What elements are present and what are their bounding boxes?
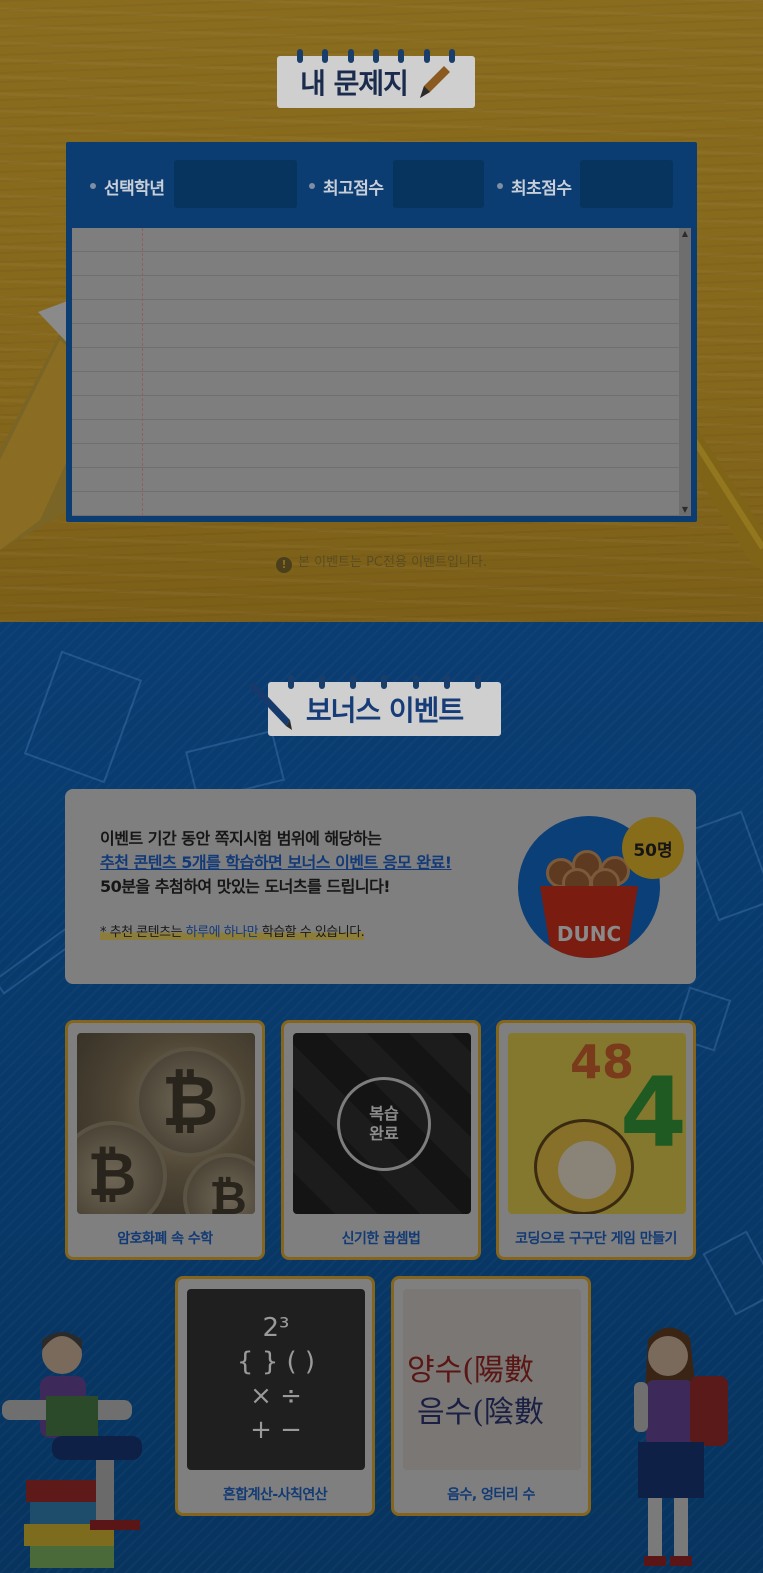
- content-label: 코딩으로 구구단 게임 만들기: [515, 1231, 677, 1247]
- bonus-note-prefix: * 추천 콘텐츠는: [100, 925, 186, 940]
- cartoon-face: [558, 1141, 616, 1199]
- pen-icon: [248, 682, 292, 730]
- content-label: 혼합계산-사칙연산: [222, 1487, 328, 1503]
- bonus-note-highlight: 하루에 하나만: [185, 925, 259, 940]
- paper-margin-line: [142, 228, 143, 516]
- bonus-note-suffix: 학습할 수 있습니다.: [258, 925, 365, 940]
- cartoon-icon: 48 4: [508, 1033, 686, 1214]
- first-score-label: 최초점수: [497, 174, 572, 199]
- student-boy-illustration: [2, 1332, 142, 1568]
- bonus-line-2: 추천 콘텐츠 5개를 학습하면 보너스 이벤트 응모 완료!: [100, 853, 452, 872]
- notebook-rings: [297, 49, 455, 63]
- notebook-doodle-icon: [685, 810, 763, 922]
- content-label: 암호화폐 속 수학: [117, 1231, 213, 1247]
- review-complete-icon: 복습 완료: [337, 1077, 431, 1171]
- math-symbol-add-sub: + −: [250, 1415, 302, 1445]
- grade-filter-label: 선택학년: [90, 174, 165, 199]
- scroll-down-icon[interactable]: ▼: [679, 504, 691, 516]
- top-score-label: 최고점수: [309, 174, 384, 199]
- math-symbol-power: 2³: [262, 1313, 290, 1343]
- my-quiz-section: 내 문제지 선택학년 최고점수 최초점수 ▲ ▼ ! 본 이벤트는 PC전용 이벤…: [0, 0, 763, 622]
- filter-bar: 선택학년 최고점수 최초점수: [66, 160, 697, 210]
- content-label: 신기한 곱셈법: [341, 1231, 421, 1247]
- scroll-up-icon[interactable]: ▲: [679, 228, 691, 240]
- worksheet-doodle-icon: [23, 650, 143, 784]
- notebook-rings: [288, 675, 481, 689]
- content-card-negative-numbers[interactable]: 양수(陽數 음수(陰數 음수, 엉터리 수: [391, 1276, 591, 1516]
- quiz-list-area[interactable]: ▲ ▼: [72, 228, 691, 516]
- content-card-crypto-math[interactable]: ₿ ₿ ₿ 암호화폐 속 수학: [65, 1020, 265, 1260]
- notice-text: 본 이벤트는 PC전용 이벤트입니다.: [298, 555, 487, 570]
- winner-count-badge: 50명: [622, 817, 684, 879]
- grade-select[interactable]: [174, 160, 297, 208]
- bonus-title-tag: 보너스 이벤트: [268, 675, 501, 736]
- content-label: 음수, 엉터리 수: [447, 1487, 535, 1503]
- bonus-note: * 추천 콘텐츠는 하루에 하나만 학습할 수 있습니다.: [100, 921, 365, 940]
- top-score-select[interactable]: [393, 160, 484, 208]
- my-quiz-title-tag: 내 문제지: [277, 49, 475, 108]
- donut-cup: DUNC: [540, 886, 638, 958]
- review-complete-thumb: 복습 완료: [293, 1033, 471, 1214]
- student-girl-illustration: [634, 1327, 728, 1566]
- scrollbar[interactable]: ▲ ▼: [679, 228, 691, 516]
- quiz-notebook: 선택학년 최고점수 최초점수 ▲ ▼: [66, 142, 697, 522]
- hanja-positive: 양수(陽數: [407, 1353, 534, 1388]
- coin-shape: ₿: [183, 1153, 255, 1214]
- bitcoin-icon: ₿ ₿ ₿: [77, 1033, 255, 1214]
- exclamation-icon: !: [276, 557, 293, 573]
- first-score-select[interactable]: [580, 160, 673, 208]
- content-card-multiplication[interactable]: 복습 완료 신기한 곱셈법: [281, 1020, 481, 1260]
- content-card-coding-game[interactable]: 48 4 코딩으로 구구단 게임 만들기: [496, 1020, 696, 1260]
- paper-doodle-icon: [702, 1230, 763, 1316]
- math-symbol-mul-div: × ÷: [250, 1381, 302, 1411]
- pencil-icon: [419, 66, 450, 98]
- cup-brand-text: DUNC: [556, 922, 622, 946]
- review-status-text: 복습 완료: [369, 1104, 399, 1143]
- math-symbols-icon: 2³ { } ( ) × ÷ + −: [187, 1289, 365, 1470]
- hanja-negative: 음수(陰數: [417, 1395, 544, 1430]
- bonus-info-card: 이벤트 기간 동안 쪽지시험 범위에 해당하는 추천 콘텐츠 5개를 학습하면 …: [65, 789, 696, 984]
- bonus-line-1: 이벤트 기간 동안 쪽지시험 범위에 해당하는: [100, 829, 382, 848]
- bonus-title: 보너스 이벤트: [305, 694, 464, 727]
- bonus-description: 이벤트 기간 동안 쪽지시험 범위에 해당하는 추천 콘텐츠 5개를 학습하면 …: [100, 827, 452, 899]
- my-quiz-title: 내 문제지: [300, 67, 409, 100]
- math-symbol-brackets: { } ( ): [236, 1347, 316, 1377]
- bonus-line-3: 50분을 추첨하여 맛있는 도너츠를 드립니다!: [100, 877, 391, 896]
- content-card-mixed-calc[interactable]: 2³ { } ( ) × ÷ + − 혼합계산-사칙연산: [175, 1276, 375, 1516]
- pc-only-notice: ! 본 이벤트는 PC전용 이벤트입니다.: [0, 551, 763, 573]
- hanja-icon: 양수(陽數 음수(陰數: [403, 1289, 581, 1470]
